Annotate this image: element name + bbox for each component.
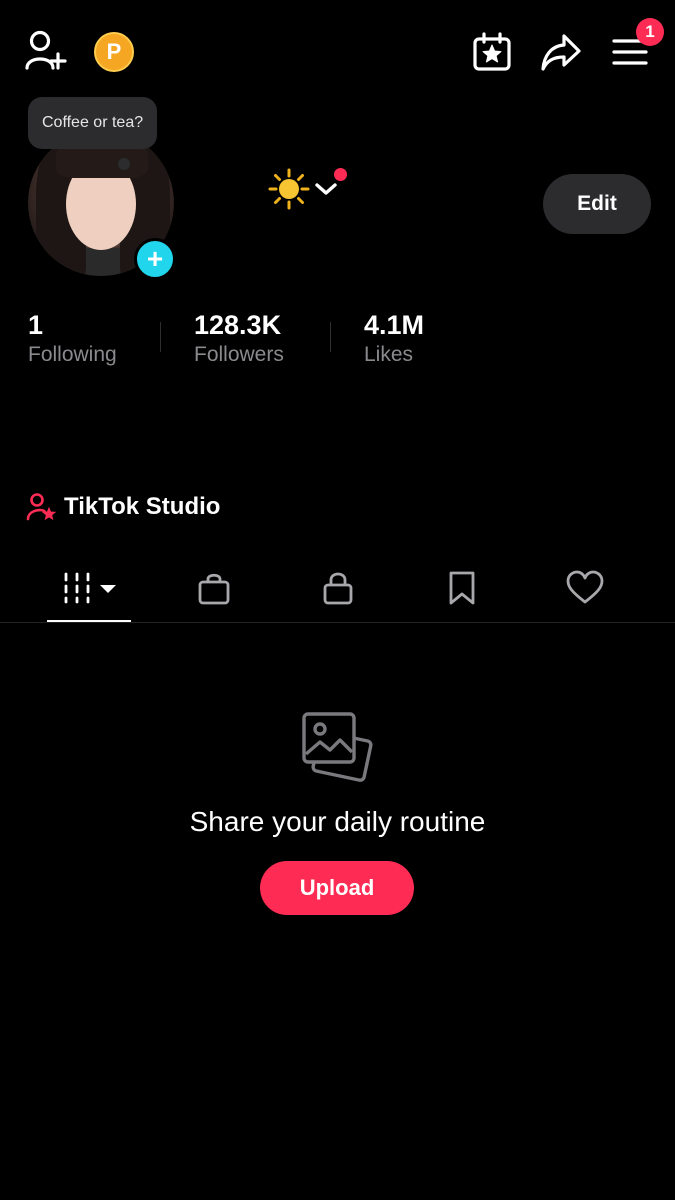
bookmark-icon xyxy=(449,571,475,605)
tab-liked[interactable] xyxy=(566,570,604,606)
note-bubble[interactable]: Coffee or tea? xyxy=(28,97,158,149)
share-icon[interactable] xyxy=(540,32,582,72)
tiktok-studio-link[interactable]: TikTok Studio xyxy=(26,492,220,522)
calendar-star-icon[interactable] xyxy=(472,32,512,72)
shopping-bag-icon xyxy=(198,573,230,605)
empty-state-title: Share your daily routine xyxy=(189,806,486,837)
lock-icon xyxy=(323,572,353,605)
menu-notification-badge: 1 xyxy=(636,18,664,46)
tab-shop[interactable] xyxy=(196,570,232,606)
chevron-down-icon[interactable] xyxy=(314,180,338,198)
edit-profile-button[interactable]: Edit xyxy=(543,174,651,234)
heart-icon xyxy=(566,570,604,604)
stat-label: Following xyxy=(28,343,117,366)
edit-label: Edit xyxy=(577,192,617,215)
sun-icon xyxy=(268,168,310,210)
stat-value: 128.3K xyxy=(194,310,282,340)
note-text: Coffee or tea? xyxy=(42,114,144,131)
account-switch-dot xyxy=(334,168,347,181)
coin-letter: P xyxy=(106,39,122,64)
tab-saved[interactable] xyxy=(444,570,480,606)
tabs-divider xyxy=(0,622,675,623)
stat-likes[interactable]: 4.1M Likes xyxy=(364,310,424,367)
add-friend-icon[interactable] xyxy=(24,30,68,72)
tab-videos[interactable] xyxy=(62,570,118,606)
stat-label: Followers xyxy=(194,343,284,366)
stat-divider xyxy=(330,322,331,352)
stat-followers[interactable]: 128.3K Followers xyxy=(194,310,284,367)
creator-star-icon xyxy=(26,492,56,522)
tab-private[interactable] xyxy=(320,570,356,606)
stat-value: 4.1M xyxy=(364,310,425,340)
upload-label: Upload xyxy=(299,875,375,900)
add-story-button[interactable]: + xyxy=(134,238,176,280)
stat-label: Likes xyxy=(364,343,414,366)
stat-divider xyxy=(160,322,161,352)
studio-label: TikTok Studio xyxy=(64,493,221,520)
stat-value: 1 xyxy=(28,310,44,340)
photos-icon xyxy=(300,710,376,786)
add-story-plus: + xyxy=(146,243,164,274)
points-coin-icon[interactable]: P xyxy=(94,32,134,72)
upload-button[interactable]: Upload xyxy=(260,861,414,915)
videos-grid-icon xyxy=(64,572,116,604)
note-bubble-tail xyxy=(118,158,130,170)
stat-following[interactable]: 1 Following xyxy=(28,310,117,367)
